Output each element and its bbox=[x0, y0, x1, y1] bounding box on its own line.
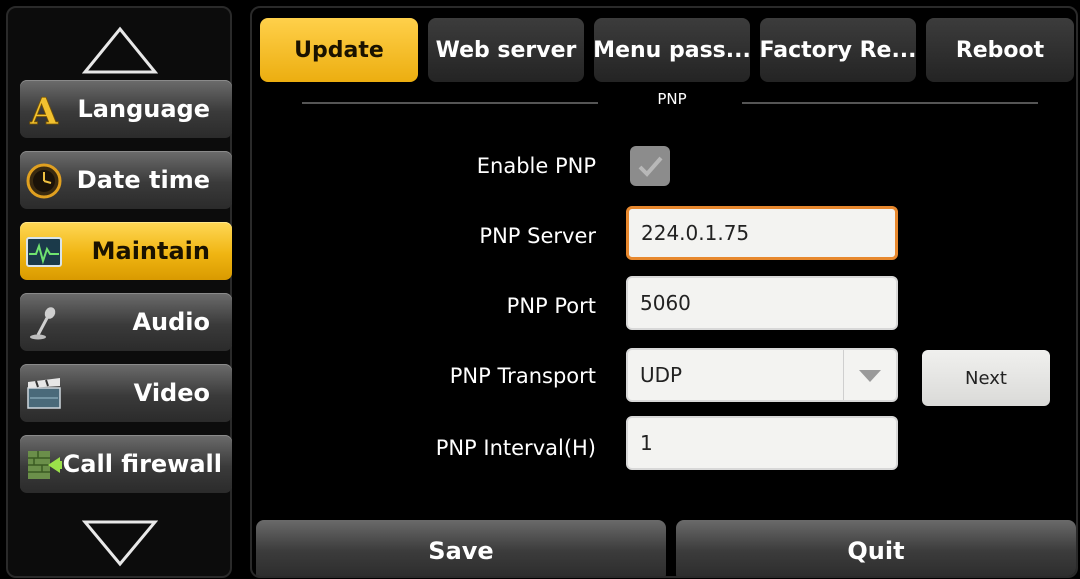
pnp-port-input[interactable]: 5060 bbox=[626, 276, 898, 330]
sidebar-item-call-firewall[interactable]: Call firewall bbox=[20, 435, 232, 493]
triangle-down-icon bbox=[82, 520, 158, 567]
tab-web-server[interactable]: Web server bbox=[428, 18, 584, 82]
chevron-down-icon bbox=[859, 370, 881, 382]
sidebar: A Language Date time Maintain Audio Vide… bbox=[6, 6, 232, 578]
save-button-label: Save bbox=[428, 537, 494, 565]
save-button[interactable]: Save bbox=[256, 520, 666, 576]
quit-button[interactable]: Quit bbox=[676, 520, 1076, 576]
sidebar-item-language[interactable]: A Language bbox=[20, 80, 232, 138]
pnp-port-label: PNP Port bbox=[506, 294, 596, 318]
sidebar-item-label: Audio bbox=[132, 308, 210, 336]
section-divider-left bbox=[302, 102, 598, 104]
svg-text:A: A bbox=[29, 92, 59, 128]
sidebar-item-maintain[interactable]: Maintain bbox=[20, 222, 232, 280]
sidebar-item-date-time[interactable]: Date time bbox=[20, 151, 232, 209]
tab-update[interactable]: Update bbox=[260, 18, 418, 82]
next-button-label: Next bbox=[965, 367, 1007, 389]
tab-label: Web server bbox=[435, 37, 577, 63]
pnp-server-input[interactable]: 224.0.1.75 bbox=[626, 206, 898, 260]
tab-factory-reset[interactable]: Factory Re... bbox=[759, 18, 917, 82]
sidebar-item-label: Call firewall bbox=[62, 450, 222, 478]
enable-pnp-label: Enable PNP bbox=[476, 154, 596, 178]
tab-label: Reboot bbox=[955, 37, 1045, 63]
pnp-interval-label: PNP Interval(H) bbox=[435, 436, 596, 460]
tab-reboot[interactable]: Reboot bbox=[926, 18, 1074, 82]
sidebar-item-label: Language bbox=[77, 95, 211, 123]
firewall-icon bbox=[28, 451, 62, 479]
film-clapper-icon bbox=[27, 378, 61, 409]
pnp-server-label: PNP Server bbox=[479, 224, 596, 248]
checkmark-icon bbox=[638, 156, 663, 177]
sidebar-item-audio[interactable]: Audio bbox=[20, 293, 232, 351]
tab-label: Menu pass... bbox=[593, 37, 751, 63]
sidebar-item-video[interactable]: Video bbox=[20, 364, 232, 422]
letter-a-icon: A bbox=[29, 92, 60, 128]
heartbeat-monitor-icon bbox=[26, 237, 62, 267]
microphone-icon bbox=[30, 307, 56, 340]
pnp-transport-value: UDP bbox=[640, 363, 683, 387]
enable-pnp-checkbox[interactable] bbox=[630, 146, 670, 186]
scroll-up-button[interactable] bbox=[8, 16, 234, 86]
dropdown-toggle[interactable] bbox=[843, 350, 896, 400]
main-panel: Update Web server Menu pass... Factory R… bbox=[250, 6, 1078, 578]
quit-button-label: Quit bbox=[847, 537, 905, 565]
sidebar-item-label: Date time bbox=[76, 166, 210, 194]
tab-label: Update bbox=[294, 37, 384, 63]
sidebar-item-label: Maintain bbox=[91, 237, 210, 265]
section-divider-right bbox=[742, 102, 1038, 104]
pnp-interval-input[interactable]: 1 bbox=[626, 416, 898, 470]
clock-icon bbox=[26, 163, 62, 199]
sidebar-item-label: Video bbox=[133, 379, 210, 407]
scroll-down-button[interactable] bbox=[8, 508, 234, 578]
section-title: PNP bbox=[657, 90, 687, 108]
next-button[interactable]: Next bbox=[922, 350, 1050, 406]
tab-menu-password[interactable]: Menu pass... bbox=[593, 18, 751, 82]
pnp-transport-select[interactable]: UDP bbox=[626, 348, 898, 402]
triangle-up-icon bbox=[82, 26, 158, 74]
pnp-transport-label: PNP Transport bbox=[449, 364, 596, 388]
tab-label: Factory Re... bbox=[759, 37, 917, 63]
